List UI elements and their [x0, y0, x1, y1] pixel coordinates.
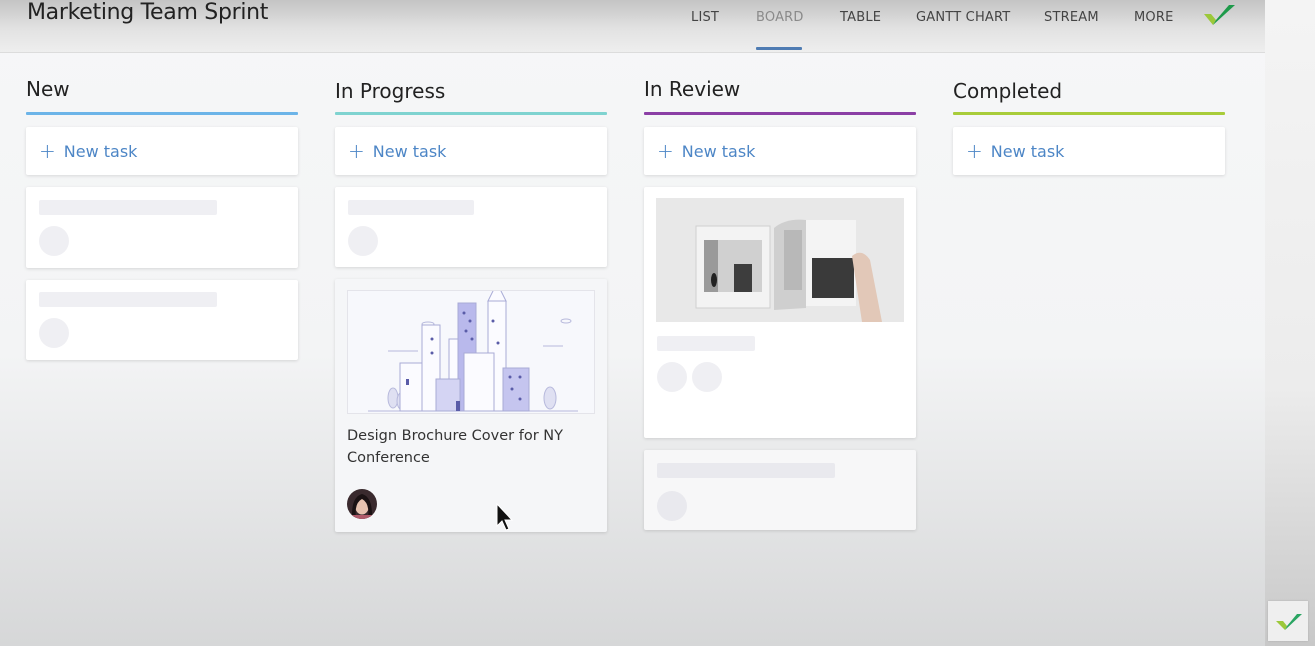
skeleton-title: [657, 336, 755, 351]
new-task-label: New task: [681, 141, 756, 161]
skeleton-avatar: [348, 226, 378, 256]
column-completed: Completed + New task: [953, 76, 1225, 175]
skeleton-title: [39, 200, 217, 215]
task-card-placeholder[interactable]: [26, 280, 298, 360]
task-card[interactable]: [644, 187, 916, 438]
task-card-placeholder[interactable]: [26, 187, 298, 268]
mouse-cursor-icon: [496, 502, 514, 531]
skeleton-avatar: [657, 362, 687, 392]
plus-icon: +: [657, 139, 674, 163]
floating-app-button[interactable]: [1268, 601, 1308, 641]
new-task-label: New task: [63, 141, 138, 161]
new-task-button[interactable]: + New task: [644, 127, 916, 175]
new-task-button[interactable]: + New task: [953, 127, 1225, 175]
plus-icon: +: [966, 139, 983, 163]
new-task-label: New task: [990, 141, 1065, 161]
column-color-bar: [644, 112, 916, 115]
tab-table[interactable]: TABLE: [840, 10, 881, 25]
column-title: In Review: [644, 77, 741, 101]
column-color-bar: [335, 112, 607, 115]
checkmark-logo-icon[interactable]: [1203, 3, 1235, 27]
plus-icon: +: [348, 139, 365, 163]
skeleton-avatar: [39, 226, 69, 256]
new-task-button[interactable]: + New task: [26, 127, 298, 175]
column-in-progress: In Progress + New task Design Brochure C…: [335, 76, 607, 532]
plus-icon: +: [39, 139, 56, 163]
right-panel-strip: [1265, 0, 1315, 646]
skeleton-avatar: [39, 318, 69, 348]
task-card[interactable]: Design Brochure Cover for NY Conference: [335, 279, 607, 532]
column-color-bar: [953, 112, 1225, 115]
city-skyline-illustration: [347, 290, 595, 414]
column-in-review: In Review + New task: [644, 76, 916, 530]
column-title: New: [26, 77, 70, 101]
brochure-photo: [656, 198, 904, 322]
new-task-label: New task: [372, 141, 447, 161]
skeleton-title: [657, 463, 835, 478]
task-title[interactable]: Design Brochure Cover for NY Conference: [347, 425, 587, 469]
active-tab-indicator: [756, 47, 802, 50]
assignee-avatar[interactable]: [347, 489, 377, 519]
checkmark-icon: [1276, 614, 1302, 630]
tab-list[interactable]: LIST: [691, 10, 719, 25]
column-title: In Progress: [335, 79, 446, 103]
task-card-placeholder[interactable]: [335, 187, 607, 267]
skeleton-title: [39, 292, 217, 307]
view-tabs: LIST BOARD TABLE GANTT CHART STREAM MORE: [0, 9, 1265, 49]
column-new: New + New task: [26, 76, 298, 360]
tab-board[interactable]: BOARD: [756, 10, 804, 25]
tab-more[interactable]: MORE: [1134, 10, 1174, 25]
task-card-placeholder[interactable]: [644, 450, 916, 530]
column-title: Completed: [953, 79, 1063, 103]
tab-stream[interactable]: STREAM: [1044, 10, 1099, 25]
skeleton-avatar: [657, 491, 687, 521]
column-color-bar: [26, 112, 298, 115]
skeleton-title: [348, 200, 474, 215]
skeleton-avatar: [692, 362, 722, 392]
tab-gantt-chart[interactable]: GANTT CHART: [916, 10, 1010, 25]
new-task-button[interactable]: + New task: [335, 127, 607, 175]
